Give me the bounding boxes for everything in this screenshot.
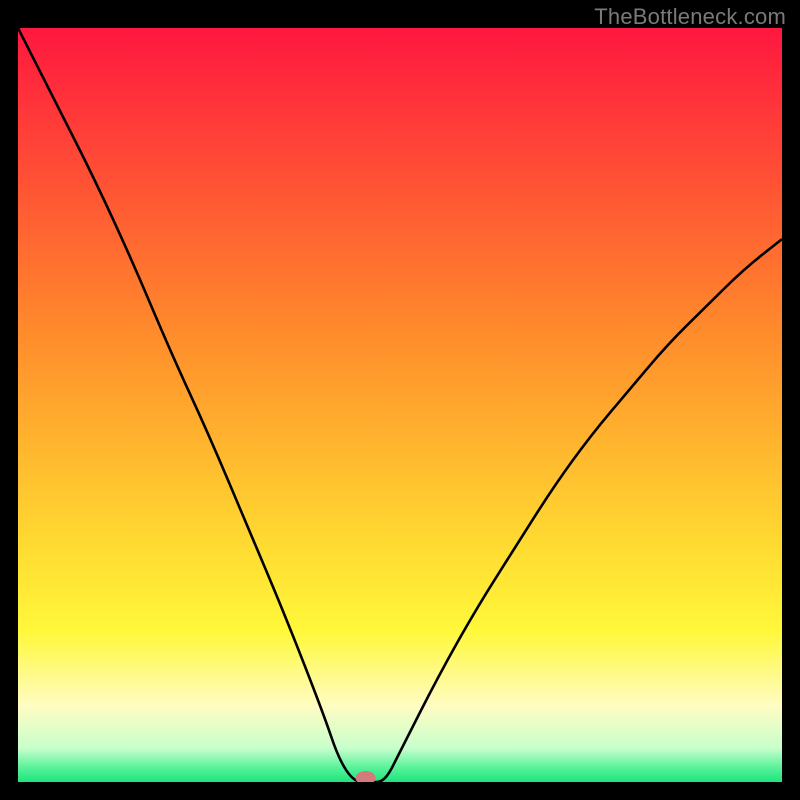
watermark-text: TheBottleneck.com — [594, 4, 786, 30]
chart-frame: TheBottleneck.com — [0, 0, 800, 800]
plot-svg — [18, 28, 782, 782]
bottleneck-plot — [18, 28, 782, 782]
gradient-background — [18, 28, 782, 782]
